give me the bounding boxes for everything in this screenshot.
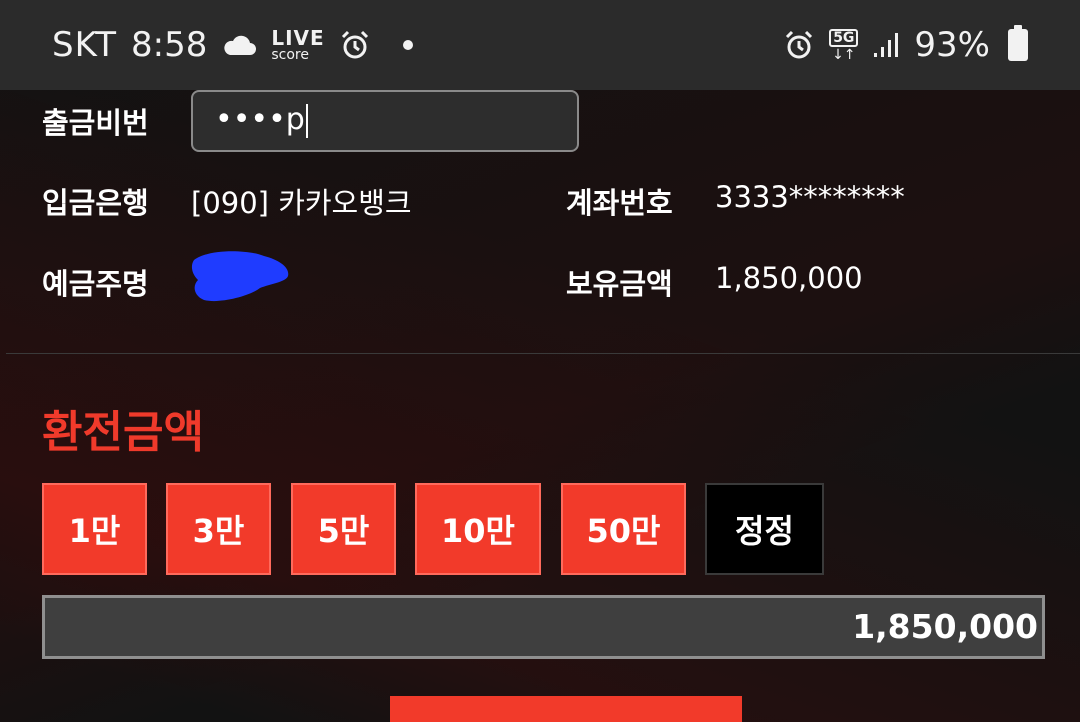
withdrawal-screen: SKT 8:58 LIVE score 5G ↓↑ 93% 출금비번 ••••p… — [0, 0, 1080, 722]
status-left: SKT 8:58 LIVE score — [52, 25, 413, 65]
notification-dot-icon — [402, 40, 413, 50]
livescore-top-text: LIVE — [271, 26, 325, 50]
redacted-holder-name — [190, 246, 292, 306]
carrier-label: SKT — [52, 25, 118, 65]
alarm-icon — [339, 29, 371, 61]
reset-button[interactable]: 정정 — [705, 483, 824, 575]
exchange-amount-input[interactable]: 1,850,000 — [42, 595, 1045, 659]
balance-value: 1,850,000 — [715, 261, 863, 295]
add-500k-button[interactable]: 50만 — [561, 483, 686, 575]
status-right: 5G ↓↑ 93% — [783, 25, 1028, 65]
livescore-icon: LIVE score — [271, 28, 324, 62]
bank-value: [090] 카카오뱅크 — [191, 186, 412, 220]
alarm-icon — [783, 29, 815, 61]
battery-icon — [1008, 25, 1028, 61]
add-10k-button[interactable]: 1만 — [42, 483, 147, 575]
add-100k-button[interactable]: 10만 — [415, 483, 541, 575]
account-number-value: 3333******** — [715, 180, 905, 214]
account-number-label: 계좌번호 — [566, 186, 673, 220]
network-type: 5G — [829, 28, 859, 47]
balance-label: 보유금액 — [566, 267, 673, 301]
text-caret — [305, 103, 308, 138]
battery-percent: 93% — [914, 25, 990, 65]
withdraw-password-value: ••••p — [215, 102, 305, 137]
signal-icon — [872, 31, 900, 59]
exchange-amount-title: 환전금액 — [42, 407, 204, 458]
withdraw-password-label: 출금비번 — [42, 106, 149, 140]
submit-button[interactable] — [390, 696, 742, 722]
clock-time: 8:58 — [131, 25, 208, 65]
livescore-bottom-text: score — [271, 47, 309, 63]
network-5g-icon: 5G ↓↑ — [829, 28, 859, 63]
cloud-icon — [221, 33, 257, 57]
status-bar: SKT 8:58 LIVE score 5G ↓↑ 93% — [0, 0, 1080, 90]
section-divider — [6, 353, 1080, 354]
bank-label: 입금은행 — [42, 186, 149, 220]
data-arrows-icon: ↓↑ — [832, 46, 856, 63]
withdraw-password-input[interactable]: ••••p — [191, 90, 579, 152]
add-30k-button[interactable]: 3만 — [166, 483, 271, 575]
add-50k-button[interactable]: 5만 — [291, 483, 396, 575]
account-holder-label: 예금주명 — [42, 267, 149, 301]
